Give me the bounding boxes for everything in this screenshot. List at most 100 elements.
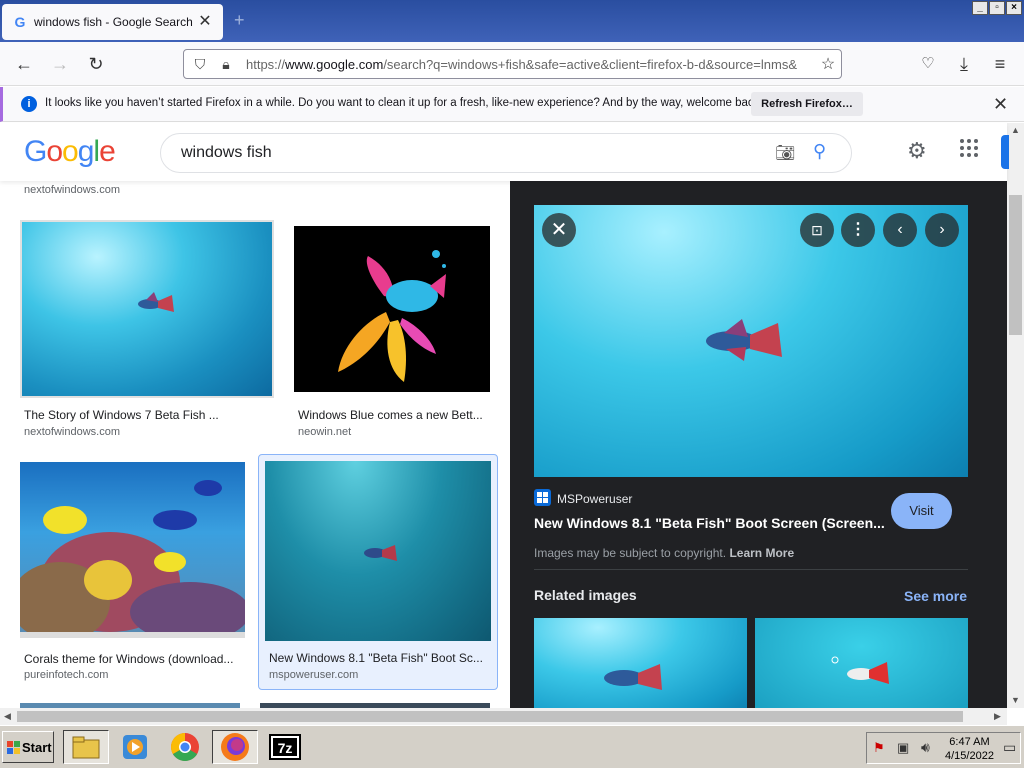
- scroll-up-icon[interactable]: ▲: [1011, 125, 1020, 135]
- chrome-icon[interactable]: [162, 730, 208, 764]
- flag-icon[interactable]: ⚑: [873, 740, 885, 756]
- refresh-firefox-button[interactable]: Refresh Firefox…: [751, 92, 863, 116]
- result-thumbnail[interactable]: [265, 461, 491, 641]
- result-title[interactable]: New Windows 8.1 "Beta Fish" Boot Sc...: [269, 651, 489, 665]
- result-thumbnail[interactable]: [20, 220, 274, 398]
- lock-icon[interactable]: 🔒︎: [216, 56, 236, 73]
- apps-grid-icon[interactable]: [960, 139, 978, 157]
- media-player-icon[interactable]: [112, 730, 158, 764]
- tab-close-icon[interactable]: ✕: [195, 12, 215, 32]
- back-icon[interactable]: ←: [12, 52, 36, 76]
- system-tray: ⚑ ▣ 🔊︎ 6:47 AM 4/15/2022 ▭: [866, 732, 1021, 764]
- menu-icon[interactable]: ≡: [988, 52, 1012, 76]
- result-title[interactable]: Windows Blue comes a new Bett...: [298, 408, 488, 422]
- image-result-card-selected[interactable]: New Windows 8.1 "Beta Fish" Boot Sc... m…: [258, 454, 498, 690]
- preview-title[interactable]: New Windows 8.1 "Beta Fish" Boot Screen …: [534, 515, 884, 531]
- window-controls: _ ▫ ×: [972, 1, 1022, 15]
- minimize-button[interactable]: _: [972, 1, 988, 15]
- windows-flag-icon: [7, 740, 20, 754]
- notification-bar: i It looks like you haven’t started Fire…: [0, 87, 1024, 122]
- scroll-left-icon[interactable]: ◀: [4, 711, 11, 722]
- forward-icon[interactable]: →: [48, 52, 72, 76]
- search-icon[interactable]: ⚲: [813, 141, 826, 162]
- downloads-icon[interactable]: ⤓: [952, 52, 976, 76]
- start-button[interactable]: Start: [2, 731, 54, 763]
- horizontal-scrollbar[interactable]: ◀ ▶: [0, 708, 1007, 725]
- fish-image: [604, 664, 662, 690]
- result-title[interactable]: The Story of Windows 7 Beta Fish ...: [24, 408, 264, 422]
- volume-icon[interactable]: 🔊︎: [921, 739, 930, 756]
- taskbar: Start 7z ⚑ ▣ 🔊︎ 6:47 AM 4/15/2022 ▭: [0, 725, 1024, 768]
- search-box[interactable]: windows fish 📷︎ ⚲: [160, 133, 852, 173]
- image-result-card[interactable]: The Story of Windows 7 Beta Fish ... nex…: [20, 220, 276, 442]
- network-icon[interactable]: ▣: [897, 740, 909, 756]
- image-result-card[interactable]: Windows Blue comes a new Bett... neowin.…: [290, 222, 495, 444]
- related-image[interactable]: [534, 618, 747, 708]
- gear-icon[interactable]: ⚙: [907, 138, 927, 164]
- scroll-right-icon[interactable]: ▶: [994, 711, 1001, 722]
- google-logo[interactable]: Google: [24, 135, 116, 169]
- google-header: Google windows fish 📷︎ ⚲ ⚙: [0, 123, 1009, 181]
- visit-button[interactable]: Visit: [891, 493, 952, 529]
- shield-icon[interactable]: ⛉: [190, 56, 210, 73]
- result-source[interactable]: mspoweruser.com: [269, 669, 358, 681]
- close-window-button[interactable]: ×: [1006, 1, 1022, 15]
- reload-icon[interactable]: ↻: [84, 52, 108, 76]
- image-result-card[interactable]: Corals theme for Windows (download... pu…: [20, 462, 246, 684]
- file-explorer-icon[interactable]: [63, 730, 109, 764]
- image-results: nextofwindows.com The Story of Windows 7…: [0, 181, 510, 708]
- show-desktop-icon[interactable]: ▭: [1003, 739, 1016, 756]
- url-bar[interactable]: ⛉ 🔒︎ https://www.google.com/search?q=win…: [183, 49, 842, 79]
- result-thumbnail[interactable]: [20, 462, 245, 638]
- more-options-icon[interactable]: ⋮: [841, 213, 875, 247]
- fish-image: [831, 656, 889, 684]
- result-thumbnail[interactable]: [294, 226, 490, 392]
- new-tab-icon[interactable]: +: [234, 10, 245, 31]
- clock-date: 4/15/2022: [945, 750, 994, 762]
- lens-search-icon[interactable]: ⊡: [800, 213, 834, 247]
- pocket-icon[interactable]: ♡: [916, 52, 940, 76]
- result-source[interactable]: nextofwindows.com: [24, 426, 120, 438]
- tab-title: windows fish - Google Search: [34, 15, 193, 29]
- see-more-link[interactable]: See more: [904, 588, 967, 604]
- fish-image: [364, 545, 397, 561]
- search-input[interactable]: windows fish: [181, 144, 272, 162]
- start-label: Start: [22, 739, 52, 755]
- result-source[interactable]: pureinfotech.com: [24, 669, 108, 681]
- nav-bar: ← → ↻ ⛉ 🔒︎ https://www.google.com/search…: [0, 42, 1024, 86]
- previous-image-icon[interactable]: ‹: [883, 213, 917, 247]
- close-icon[interactable]: ✕: [993, 94, 1008, 115]
- result-source[interactable]: nextofwindows.com: [24, 184, 120, 196]
- url-text[interactable]: https://www.google.com/search?q=windows+…: [246, 57, 815, 72]
- divider: [534, 569, 968, 570]
- info-icon: i: [21, 96, 37, 112]
- bookmark-star-icon[interactable]: ☆: [815, 54, 841, 74]
- camera-icon[interactable]: 📷︎: [775, 143, 795, 163]
- related-image[interactable]: [755, 618, 968, 708]
- clock[interactable]: 6:47 AM 4/15/2022: [945, 735, 994, 763]
- result-source[interactable]: neowin.net: [298, 426, 351, 438]
- svg-text:7z: 7z: [278, 740, 293, 756]
- scroll-down-icon[interactable]: ▼: [1011, 695, 1020, 705]
- fish-image: [138, 292, 174, 312]
- next-image-icon[interactable]: ›: [925, 213, 959, 247]
- maximize-button[interactable]: ▫: [989, 1, 1005, 15]
- firefox-icon[interactable]: [212, 730, 258, 764]
- close-preview-button[interactable]: ✕: [542, 213, 576, 247]
- result-title[interactable]: Corals theme for Windows (download...: [24, 652, 244, 666]
- windows-logo-icon: [534, 489, 551, 506]
- sign-in-button[interactable]: [1001, 135, 1009, 169]
- notification-text: It looks like you haven’t started Firefo…: [45, 97, 763, 109]
- tab-google-search[interactable]: G windows fish - Google Search ✕: [2, 4, 223, 40]
- copyright-notice: Images may be subject to copyright. Lear…: [534, 546, 795, 560]
- vertical-scrollbar[interactable]: ▲ ▼: [1007, 123, 1024, 708]
- fish-image: [338, 250, 446, 382]
- tab-strip: G windows fish - Google Search ✕ + _ ▫ ×: [0, 0, 1024, 42]
- coral-image: [20, 480, 245, 638]
- scroll-thumb[interactable]: [1009, 195, 1022, 335]
- scroll-thumb[interactable]: [17, 711, 963, 722]
- learn-more-link[interactable]: Learn More: [729, 546, 794, 560]
- related-images-heading: Related images: [534, 587, 637, 603]
- source-name[interactable]: MSPoweruser: [557, 492, 632, 506]
- 7zip-icon[interactable]: 7z: [262, 730, 308, 764]
